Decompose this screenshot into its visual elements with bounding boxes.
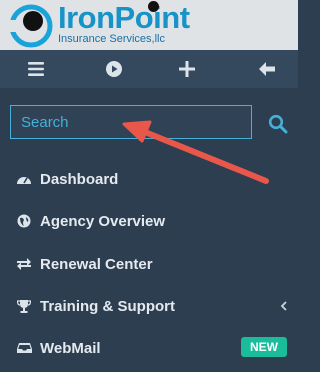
sidebar-item-label: Training & Support <box>40 297 175 315</box>
search-input[interactable] <box>10 105 252 139</box>
search-section <box>0 88 298 158</box>
chevron-left-icon <box>280 301 287 311</box>
play-circle-icon <box>106 61 122 77</box>
logo-header[interactable]: IronPoint Insurance Services,llc <box>0 0 298 50</box>
arrow-left-icon <box>259 62 275 76</box>
sidebar-item-label: WebMail <box>40 339 101 357</box>
menu-icon <box>28 62 44 76</box>
tachometer-icon <box>16 171 32 187</box>
back-button[interactable] <box>252 54 282 84</box>
play-button[interactable] <box>99 54 129 84</box>
sidebar-item-renewal-center[interactable]: Renewal Center <box>0 243 298 285</box>
trophy-icon <box>16 298 32 314</box>
logo-brand-text: IronPoint <box>58 0 190 35</box>
sidebar-item-label: Agency Overview <box>40 212 166 230</box>
sidebar-item-training-support[interactable]: Training & Support <box>0 285 298 327</box>
menu-toggle-button[interactable] <box>21 54 51 84</box>
inbox-icon <box>16 340 32 356</box>
logo-dot <box>148 1 159 12</box>
plus-icon <box>179 61 195 77</box>
add-button[interactable] <box>172 54 202 84</box>
logo-tagline: Insurance Services,llc <box>58 33 165 45</box>
globe-icon <box>16 213 32 229</box>
search-icon[interactable] <box>268 114 288 134</box>
sidebar-item-webmail[interactable]: WebMail NEW <box>0 327 298 369</box>
sidebar-item-agency-overview[interactable]: Agency Overview <box>0 200 298 242</box>
new-badge: NEW <box>241 337 287 357</box>
sidebar-item-label: Dashboard <box>40 170 119 188</box>
sidebar-item-label: Renewal Center <box>40 255 153 273</box>
logo-icon <box>4 4 53 48</box>
sidebar-item-dashboard[interactable]: Dashboard <box>0 158 298 200</box>
exchange-icon <box>16 256 32 272</box>
sidebar-toolbar <box>0 50 298 88</box>
